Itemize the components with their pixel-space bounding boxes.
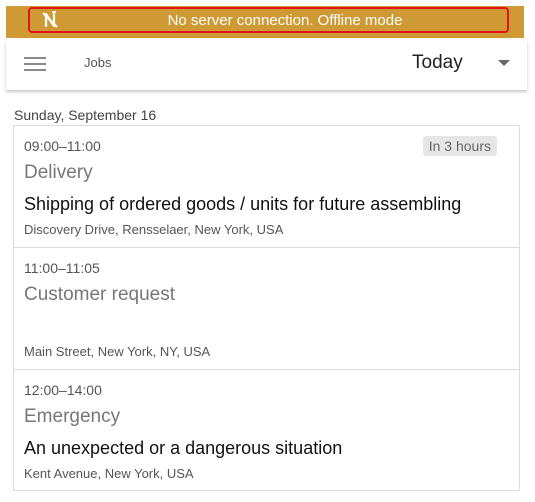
no-connection-icon (40, 10, 60, 30)
job-list: 09:00–11:00 In 3 hours Delivery Shipping… (13, 125, 520, 491)
app-screen: No server connection. Offline mode Jobs … (0, 0, 535, 502)
top-toolbar: Jobs Today (6, 40, 527, 90)
job-address: Main Street, New York, NY, USA (24, 344, 211, 359)
hamburger-menu-icon[interactable] (24, 54, 46, 74)
job-time: 12:00–14:00 (24, 382, 102, 398)
date-filter-dropdown[interactable]: Today (406, 48, 516, 78)
dropdown-arrow-icon (498, 60, 510, 66)
job-time: 11:00–11:05 (24, 260, 100, 276)
job-type: Customer request (24, 284, 176, 305)
job-time: 09:00–11:00 (24, 138, 101, 154)
offline-banner-text: No server connection. Offline mode (167, 12, 403, 29)
job-address: Discovery Drive, Rensselaer, New York, U… (24, 222, 284, 237)
job-status-badge: In 3 hours (422, 136, 497, 156)
job-card[interactable]: 11:00–11:05 Customer request Main Street… (13, 247, 520, 369)
date-filter-value: Today (412, 52, 463, 73)
job-description: Shipping of ordered goods / units for fu… (24, 194, 462, 214)
job-address: Kent Avenue, New York, USA (24, 466, 194, 481)
job-card[interactable]: 09:00–11:00 In 3 hours Delivery Shipping… (13, 125, 520, 247)
job-type: Delivery (24, 162, 93, 183)
job-type: Emergency (24, 406, 121, 427)
page-title: Jobs (84, 55, 112, 70)
job-description: An unexpected or a dangerous situation (24, 438, 343, 458)
day-header: Sunday, September 16 (14, 107, 157, 123)
job-card[interactable]: 12:00–14:00 Emergency An unexpected or a… (13, 369, 520, 491)
